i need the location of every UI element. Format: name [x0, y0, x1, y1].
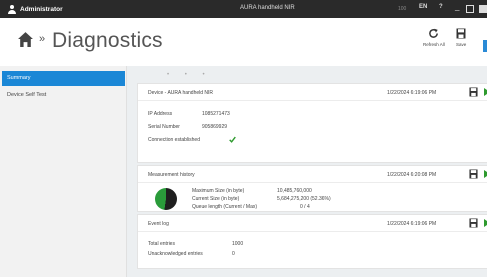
card-timestamp: 1/22/2024 6:19:06 PM: [387, 90, 437, 96]
app-title: AURA handheld NIR: [240, 5, 295, 11]
measurement-history-card: Measurement history 1/22/2024 6:20:08 PM…: [137, 165, 487, 212]
refresh-all-button[interactable]: Refresh All: [423, 28, 445, 47]
card-header: Event log 1/22/2024 6:19:06 PM: [138, 215, 487, 232]
refresh-all-label: Refresh All: [423, 42, 445, 47]
save-icon[interactable]: [469, 218, 478, 228]
queue-length-label: Queue length (Current / Max): [192, 204, 258, 210]
title-bar: Administrator AURA handheld NIR 100 EN ?…: [0, 0, 487, 18]
card-timestamp: 1/22/2024 6:20:08 PM: [387, 172, 437, 178]
save-icon[interactable]: [469, 169, 478, 179]
sidebar-item-summary[interactable]: Summary: [2, 71, 125, 86]
queue-length-value: 0 / 4: [300, 204, 310, 210]
user-menu[interactable]: Administrator: [8, 3, 63, 15]
storage-usage-pie: [155, 188, 177, 210]
edge-accent: [483, 40, 487, 52]
save-label: Save: [456, 42, 467, 47]
max-size-label: Maximum Size (in byte): [192, 188, 245, 194]
content-area: • • • Device - AURA handheld NIR 1/22/20…: [126, 66, 487, 277]
total-entries-label: Total entries: [148, 241, 175, 247]
home-icon[interactable]: [17, 31, 34, 48]
card-title: Device - AURA handheld NIR: [148, 90, 214, 96]
diagnostics-window: Administrator AURA handheld NIR 100 EN ?…: [0, 0, 487, 277]
overflow-dots: • • •: [167, 72, 212, 78]
breadcrumb-separator: »: [39, 33, 46, 45]
event-log-card: Event log 1/22/2024 6:19:06 PM Total ent…: [137, 214, 487, 269]
help-button[interactable]: ?: [439, 4, 443, 10]
sidebar: Summary Device Self Test: [0, 66, 126, 277]
total-entries-value: 1000: [232, 241, 244, 247]
unacknowledged-entries-value: 0: [232, 251, 235, 257]
maximize-button[interactable]: [466, 5, 474, 13]
device-card: Device - AURA handheld NIR 1/22/2024 6:1…: [137, 83, 487, 163]
page-header: » Diagnostics Refresh All Save: [0, 18, 487, 66]
current-size-value: 5,684,275,200 (52.36%): [277, 196, 331, 202]
save-button[interactable]: Save: [456, 28, 466, 47]
serial-number-label: Serial Number: [148, 124, 180, 130]
card-title: Measurement history: [148, 172, 195, 178]
check-icon: [229, 136, 236, 143]
connection-status: Connection established: [148, 137, 200, 143]
language-selector[interactable]: EN: [419, 4, 427, 10]
card-title: Event log: [148, 221, 169, 227]
user-icon: [8, 4, 16, 14]
battery-indicator: 100: [398, 6, 407, 12]
close-button[interactable]: [479, 5, 487, 13]
card-timestamp: 1/22/2024 6:19:06 PM: [387, 221, 437, 227]
max-size-value: 10,485,760,000: [277, 188, 312, 194]
ip-address-value: 1085271473: [202, 111, 230, 117]
sidebar-item-device-self-test[interactable]: Device Self Test: [2, 88, 125, 103]
current-size-label: Current Size (in byte): [192, 196, 240, 202]
user-name: Administrator: [20, 5, 63, 13]
save-icon[interactable]: [469, 87, 478, 97]
refresh-icon: [429, 28, 439, 38]
serial-number-value: 905869929: [202, 124, 228, 130]
minimize-button[interactable]: _: [455, 2, 459, 11]
card-header: Measurement history 1/22/2024 6:20:08 PM: [138, 166, 487, 183]
save-icon: [456, 28, 466, 39]
ip-address-label: IP Address: [148, 111, 173, 117]
card-header: Device - AURA handheld NIR 1/22/2024 6:1…: [138, 84, 487, 101]
unacknowledged-entries-label: Unacknowledged entries: [148, 251, 203, 257]
page-title: Diagnostics: [52, 29, 163, 52]
